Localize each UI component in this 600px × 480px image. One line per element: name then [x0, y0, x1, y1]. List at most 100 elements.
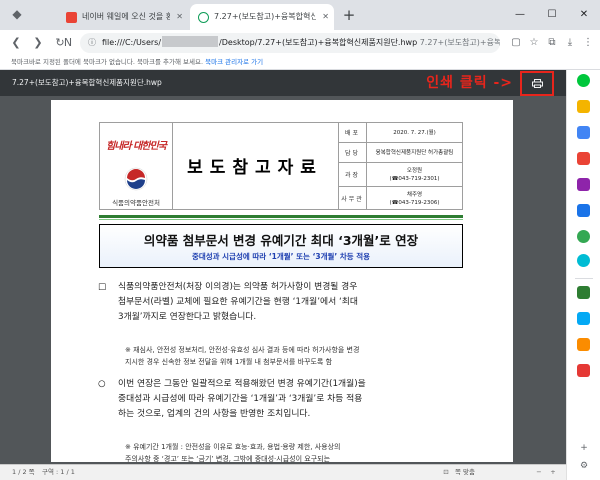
doc-title: 보도참고자료	[187, 158, 323, 178]
info-icon[interactable]: ⓘ	[86, 33, 98, 53]
close-window-button[interactable]: ✕	[568, 0, 600, 30]
pocket-icon[interactable]	[577, 152, 590, 165]
info-label: 사무관	[339, 187, 367, 210]
info-line: (☎043-719-2306)	[389, 199, 440, 206]
info-row-officer: 사무관 채주영 (☎043-719-2306)	[339, 187, 462, 210]
paragraph-1: □ 식품의약품안전처(처장 이의경)는 의약품 허가사항이 변경될 경우 첨부문…	[98, 280, 466, 325]
note-1: ※ 재심사, 안전성 정보처리, 안전성·유효성 심사 결과 등에 따라 허가사…	[125, 344, 470, 368]
side-divider	[575, 278, 593, 279]
info-row-director: 과장 오정원 (☎043-719-2301)	[339, 163, 462, 187]
page-indicator: 1 / 2 쪽	[12, 468, 35, 476]
address-bar[interactable]: ⓘ file:///C:/Users/ /Desktop/7.27+(보도참고)+…	[80, 33, 500, 53]
headline: 의약품 첨부문서 변경 유예기간 최대 ‘3개월’로 연장	[143, 233, 419, 248]
video-icon[interactable]	[577, 364, 590, 377]
compass-icon[interactable]	[577, 230, 590, 243]
paragraph-line: 중대성과 시급성에 따라 유예기간을 ‘1개월’과 ‘3개월’로 차등 적용	[118, 394, 363, 404]
naver-home-icon[interactable]: N	[60, 33, 76, 53]
menu-icon[interactable]: ⋮	[580, 33, 596, 53]
chat-icon[interactable]	[577, 254, 590, 267]
contact-info-table: 배포 2020. 7. 27.(월) 담당 융복합혁신제품지원단 허가총괄팀 과…	[339, 122, 463, 210]
fit-page-icon[interactable]: ⊡	[441, 465, 451, 480]
info-line: 채주영	[406, 191, 423, 198]
memo-icon[interactable]	[577, 100, 590, 113]
whale-green-icon[interactable]	[577, 74, 590, 87]
capture-icon[interactable]: ▢	[508, 33, 524, 53]
new-tab-button[interactable]: +	[338, 4, 360, 26]
info-value: 채주영 (☎043-719-2306)	[367, 187, 462, 210]
bookmark-manager-link[interactable]: 북마크 관리자로 가기	[205, 58, 263, 66]
translate-icon[interactable]	[577, 204, 590, 217]
paragraph-2: ○ 이번 연장은 그동안 일괄적으로 적용해왔던 변경 유예기간(1개월)을 중…	[98, 377, 466, 422]
download-icon[interactable]: ⤓	[562, 33, 578, 53]
paragraph-line: 이번 연장은 그동안 일괄적으로 적용해왔던 변경 유예기간(1개월)을	[118, 379, 366, 389]
status-bar: 1 / 2 쪽 구역 : 1 / 1 ⊡ 쪽 맞춤 − +	[0, 464, 566, 480]
forward-button[interactable]: ❯	[28, 33, 48, 53]
circle-bullet: ○	[98, 379, 106, 389]
url-text: file:///C:/Users/ /Desktop/7.27+(보도참고)+융복…	[102, 33, 500, 53]
document-filename: 7.27+(보도참고)+융복합혁신제품지원단.hwp	[12, 78, 162, 87]
header-divider-thin	[99, 219, 463, 220]
zoom-in-icon[interactable]: +	[548, 465, 558, 480]
url-suffix: /Desktop/7.27+(보도참고)+융복합혁신제품지원단.hwp	[219, 38, 418, 47]
section-indicator: 구역 : 1 / 1	[42, 468, 75, 476]
document-favicon-icon	[198, 12, 209, 23]
maximize-button[interactable]: ☐	[536, 0, 568, 30]
info-line: (☎043-719-2301)	[389, 175, 440, 182]
tab-welcome[interactable]: 네이버 웨일에 오신 것을 환영합니다 ✕	[58, 4, 188, 30]
print-button[interactable]	[520, 71, 554, 96]
note-line: ※ 유예기간 1개월 : 안전성을 이유로 효능·효과, 용법·용량 제한, 사…	[125, 443, 341, 451]
headline-box: 의약품 첨부문서 변경 유예기간 최대 ‘3개월’로 연장 중대성과 시급성에 …	[99, 224, 463, 268]
note-line: ※ 재심사, 안전성 정보처리, 안전성·유효성 심사 결과 등에 따라 허가사…	[125, 346, 360, 354]
viewer-header: 7.27+(보도참고)+융복합혁신제품지원단.hwp 인쇄 클릭 ->	[0, 70, 566, 96]
note-2: ※ 유예기간 1개월 : 안전성을 이유로 효능·효과, 용법·용량 제한, 사…	[125, 441, 470, 462]
zoom-mode[interactable]: 쪽 맞춤	[455, 465, 475, 480]
info-value: 오정원 (☎043-719-2301)	[367, 163, 462, 186]
printer-icon	[532, 79, 543, 88]
tab-title: 7.27+(보도참고)+융복합혁신제품지원단.hwp	[214, 12, 316, 21]
sidebar-settings-icon[interactable]: ⚙	[578, 460, 590, 472]
zoom-out-icon[interactable]: −	[534, 465, 544, 480]
webtoon-icon[interactable]	[577, 286, 590, 299]
music-icon[interactable]	[577, 178, 590, 191]
doc-title-box: 보도참고자료	[173, 122, 339, 210]
document-viewer: 7.27+(보도참고)+융복합혁신제품지원단.hwp 인쇄 클릭 -> 힘내라 …	[0, 70, 566, 480]
url-tail: 7.27+(보도참고)+융복...	[419, 38, 500, 47]
info-line: 융복합혁신제품지원단 허가총괄팀	[375, 149, 454, 156]
url-prefix: file:///C:/Users/	[102, 38, 162, 47]
shopping-icon[interactable]	[577, 338, 590, 351]
slogan-logo: 힘내라 대한민국	[106, 141, 167, 152]
back-button[interactable]: ❮	[6, 33, 26, 53]
tab-close-icon[interactable]: ✕	[322, 4, 329, 30]
info-row-department: 담당 융복합혁신제품지원단 허가총괄팀	[339, 143, 462, 163]
toolbar: ❮ ❯ ↻ N ⓘ file:///C:/Users//Desktop/7.27…	[0, 30, 600, 56]
org-name: 식품의약품안전처	[112, 199, 160, 207]
dictionary-icon[interactable]	[577, 312, 590, 325]
info-label: 과장	[339, 163, 367, 186]
paragraph-line: 식품의약품안전처(처장 이의경)는 의약품 허가사항이 변경될 경우	[118, 282, 358, 292]
document-page: 힘내라 대한민국 식품의약품안전처 보도참고자료 배포 2020. 7. 27.…	[51, 100, 513, 462]
tab-hwp-document[interactable]: 7.27+(보도참고)+융복합혁신제품지원단.hwp ✕	[190, 4, 334, 30]
info-label: 담당	[339, 143, 367, 162]
calendar-icon[interactable]	[577, 126, 590, 139]
info-line: 2020. 7. 27.(월)	[393, 129, 436, 136]
info-label: 배포	[339, 123, 367, 142]
paragraph-line: 3개월’까지로 연장한다고 밝혔습니다.	[118, 312, 257, 322]
minimize-button[interactable]: —	[504, 0, 536, 30]
naver-favicon-icon	[66, 12, 77, 23]
extension-icon[interactable]: ⧉	[544, 33, 560, 53]
whale-menu-icon[interactable]: ◆	[9, 6, 25, 22]
print-hint-annotation: 인쇄 클릭 ->	[426, 75, 513, 91]
tab-strip: ◆ 네이버 웨일에 오신 것을 환영합니다 ✕ 7.27+(보도참고)+융복합혁…	[0, 0, 600, 30]
add-sidebar-icon[interactable]: +	[578, 442, 590, 454]
info-row-release: 배포 2020. 7. 27.(월)	[339, 123, 462, 143]
paragraph-line: 하는 것으로, 업계의 건의 사항을 반영한 조치입니다.	[118, 409, 311, 419]
government-emblem-icon	[124, 167, 148, 191]
tab-close-icon[interactable]: ✕	[176, 4, 183, 30]
note-line: 지시한 경우 신속한 정보 전달을 위해 1개월 내 첨부문서를 바꾸도록 함	[125, 358, 333, 366]
ministry-logo-block: 힘내라 대한민국 식품의약품안전처	[99, 122, 173, 210]
header-divider	[99, 215, 463, 218]
star-icon[interactable]: ☆	[526, 33, 542, 53]
tab-title: 네이버 웨일에 오신 것을 환영합니다	[82, 12, 170, 21]
info-value: 융복합혁신제품지원단 허가총괄팀	[367, 143, 462, 162]
bookmarks-message: 북마크바로 지정된 폴더에 북마크가 없습니다. 북마크를 추가해 보세요.	[11, 58, 204, 66]
